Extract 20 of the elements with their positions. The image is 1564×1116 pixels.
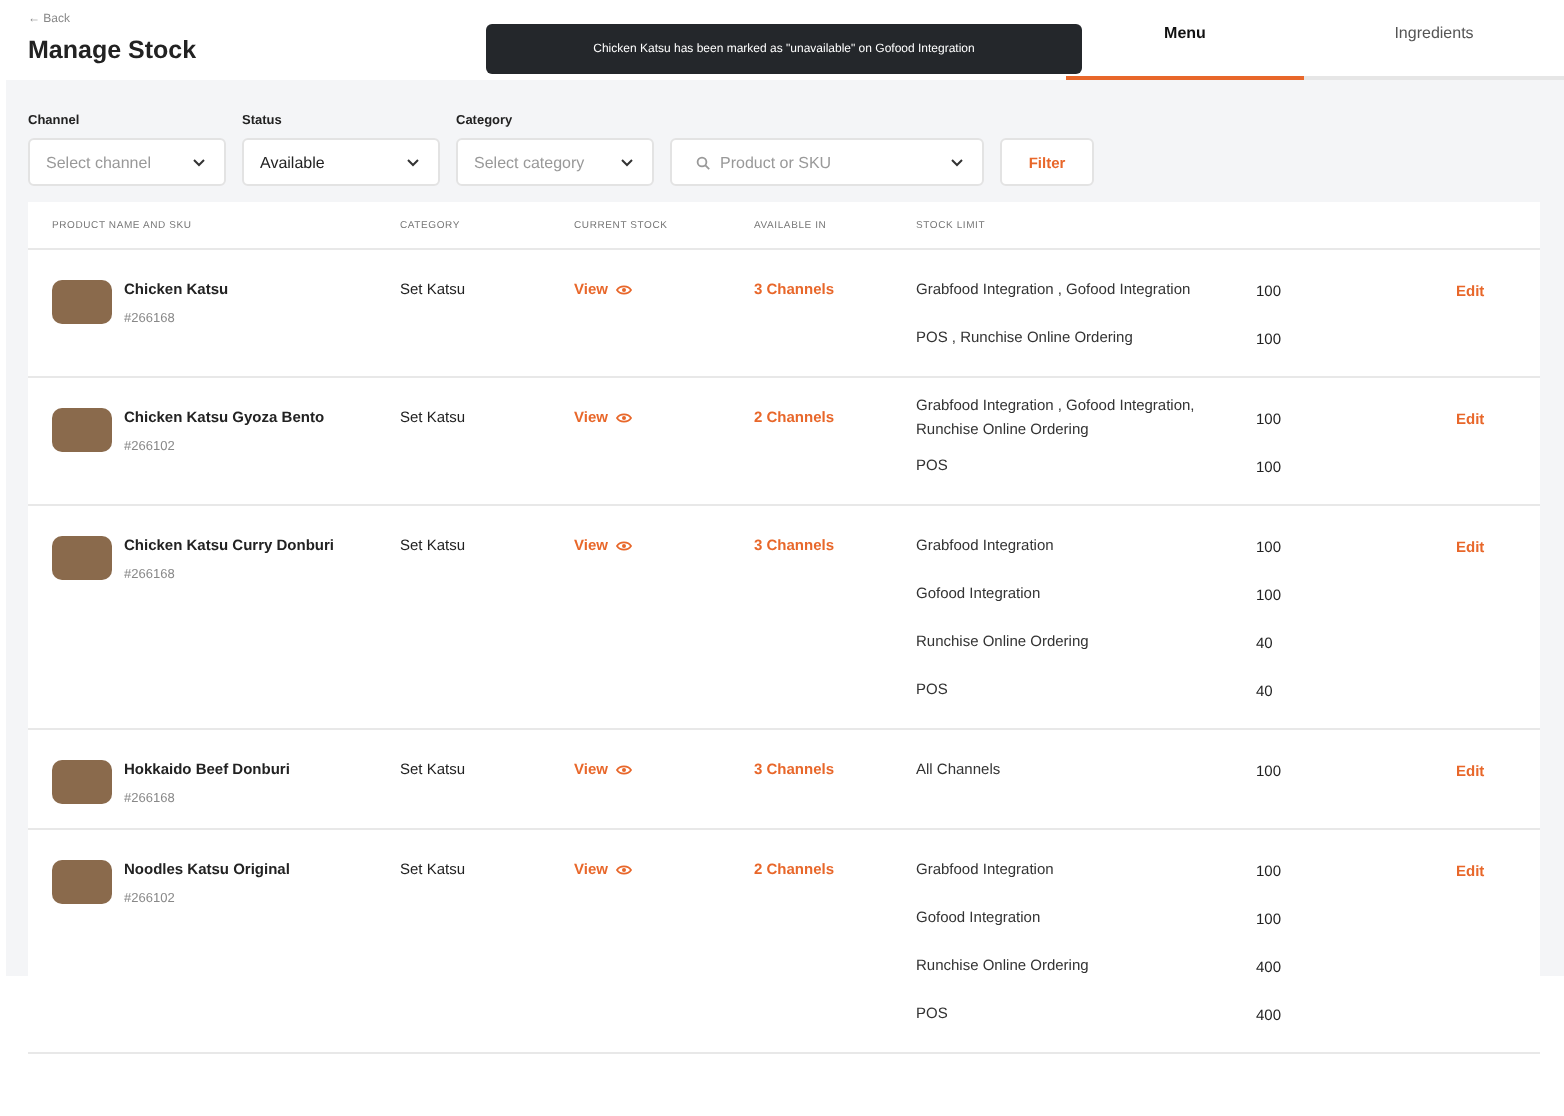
photo-placeholder (52, 760, 112, 804)
chevron-down-icon (620, 157, 634, 167)
photo-placeholder (52, 408, 112, 452)
chevron-down-icon (950, 157, 964, 167)
select-dropdown[interactable]: Available (242, 138, 440, 186)
photo-placeholder (52, 860, 112, 904)
select-dropdown[interactable]: Select category (456, 138, 654, 186)
search-icon (696, 155, 710, 169)
page-title: Manage Stock (28, 36, 197, 64)
eye-icon (615, 284, 632, 296)
photo-placeholder (52, 536, 112, 580)
chevron-down-icon (406, 157, 420, 167)
eye-icon (615, 540, 632, 552)
eye-icon (615, 764, 632, 776)
search-field[interactable]: Product or SKU (670, 138, 984, 186)
eye-icon (615, 412, 632, 424)
chevron-down-icon (192, 157, 206, 167)
photo-placeholder (52, 280, 112, 324)
select-dropdown[interactable]: Select channel (28, 138, 226, 186)
eye-icon (615, 864, 632, 876)
